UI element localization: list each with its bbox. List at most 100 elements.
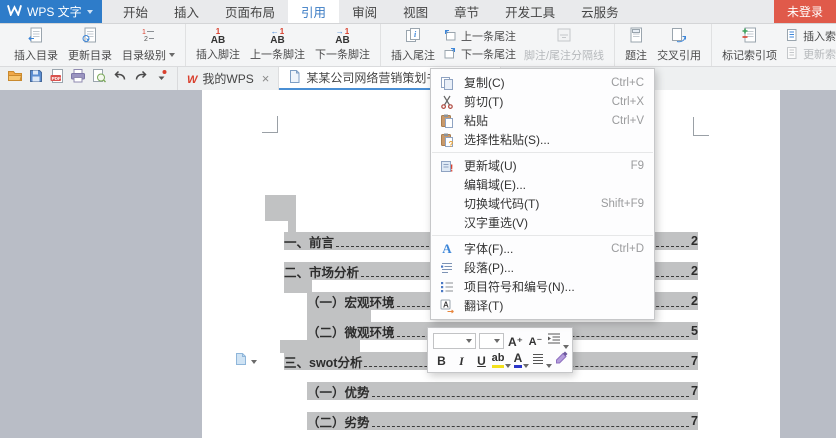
menu-tab-6[interactable]: 章节 bbox=[441, 0, 492, 23]
menu-tab-8[interactable]: 云服务 bbox=[568, 0, 632, 23]
ribbon-group-index: 标记索引项插入索引更新索引 bbox=[711, 24, 836, 66]
save-icon bbox=[28, 68, 44, 89]
paste-icon bbox=[439, 113, 455, 129]
font-color-button[interactable]: A bbox=[513, 351, 530, 368]
context-menu: 复制(C)Ctrl+C剪切(T)Ctrl+X粘贴Ctrl+V?选择性粘贴(S).… bbox=[430, 68, 655, 320]
toc-page-number: 2 bbox=[691, 234, 698, 248]
context-menu-item-8[interactable]: 汉字重选(V) bbox=[431, 213, 654, 232]
open-file-button[interactable] bbox=[7, 71, 23, 87]
insert-toc-icon bbox=[27, 26, 45, 49]
context-menu-item-6[interactable]: 编辑域(E)... bbox=[431, 175, 654, 194]
insert-endnote-button[interactable]: i插入尾注 bbox=[386, 25, 440, 65]
cross-reference-button[interactable]: 交叉引用 bbox=[652, 25, 706, 65]
context-menu-item-1[interactable]: 剪切(T)Ctrl+X bbox=[431, 92, 654, 111]
menu-tab-5[interactable]: 视图 bbox=[390, 0, 441, 23]
italic-button[interactable]: I bbox=[453, 351, 470, 368]
toc-page-number: 2 bbox=[691, 264, 698, 278]
ribbon-button-label: 插入目录 bbox=[14, 47, 58, 63]
increase-font-button[interactable]: A⁺ bbox=[507, 332, 524, 349]
underline-button[interactable]: U bbox=[473, 351, 490, 368]
toc-field-icon bbox=[235, 352, 247, 371]
toc-entry-text: （二）微观环境 bbox=[307, 322, 395, 341]
context-menu-item-13[interactable]: A翻译(T) bbox=[431, 296, 654, 315]
export-pdf-button[interactable]: PDF bbox=[49, 71, 65, 87]
format-button-label: A bbox=[514, 351, 523, 368]
font-name-select[interactable] bbox=[433, 333, 476, 349]
svg-text:A: A bbox=[443, 300, 449, 309]
menu-tab-1[interactable]: 插入 bbox=[161, 0, 212, 23]
prev-footnote-button[interactable]: ←1AB上一条脚注 bbox=[245, 25, 310, 65]
insert-toc-button[interactable]: 插入目录 bbox=[9, 25, 63, 65]
ribbon-button-label: 插入索引 bbox=[803, 28, 836, 44]
footnote-separator-button: 脚注/尾注分隔线 bbox=[519, 25, 609, 65]
undo-button[interactable] bbox=[112, 71, 128, 87]
menu-tab-7[interactable]: 开发工具 bbox=[492, 0, 568, 23]
next-footnote-icon: →1AB bbox=[335, 28, 349, 46]
align-button[interactable] bbox=[533, 351, 550, 368]
font-size-select[interactable] bbox=[479, 333, 504, 349]
app-menu-button[interactable]: WPS 文字 bbox=[0, 0, 102, 23]
menu-item-shortcut: Ctrl+X bbox=[612, 96, 644, 108]
mark-index-button[interactable]: 标记索引项 bbox=[717, 25, 782, 65]
caret-down-icon bbox=[505, 364, 511, 368]
format-painter-button[interactable] bbox=[553, 351, 570, 368]
document-tab-0[interactable]: W我的WPS× bbox=[178, 67, 279, 90]
title-bar: WPS 文字 开始插入页面布局引用审阅视图章节开发工具云服务 未登录 bbox=[0, 0, 836, 24]
close-tab-icon[interactable]: × bbox=[262, 72, 270, 85]
font-icon: A bbox=[439, 241, 455, 257]
context-menu-item-5[interactable]: !更新域(U)F9 bbox=[431, 156, 654, 175]
export-pdf-icon: PDF bbox=[49, 68, 65, 89]
ribbon-group-endnotes: i插入尾注上一条尾注下一条尾注脚注/尾注分隔线 bbox=[380, 24, 614, 66]
translate-icon: A bbox=[439, 298, 455, 314]
context-menu-item-10[interactable]: A字体(F)...Ctrl+D bbox=[431, 239, 654, 258]
wps-home-icon: W bbox=[187, 72, 197, 86]
context-menu-item-12[interactable]: 项目符号和编号(N)... bbox=[431, 277, 654, 296]
context-menu-item-0[interactable]: 复制(C)Ctrl+C bbox=[431, 73, 654, 92]
next-footnote-button[interactable]: →1AB下一条脚注 bbox=[310, 25, 375, 65]
next-endnote-button[interactable]: 下一条尾注 bbox=[443, 46, 516, 62]
highlight-button[interactable]: ab bbox=[493, 351, 510, 368]
caption-button[interactable]: 题注 bbox=[620, 25, 652, 65]
menu-tab-3[interactable]: 引用 bbox=[288, 0, 339, 23]
toc-level-button[interactable]: 12目录级别 bbox=[117, 25, 180, 65]
toc-entry[interactable]: （一）优势7 bbox=[307, 382, 698, 400]
context-menu-item-3[interactable]: ?选择性粘贴(S)... bbox=[431, 130, 654, 149]
context-menu-item-11[interactable]: 段落(P)... bbox=[431, 258, 654, 277]
page-margin-mark bbox=[693, 117, 709, 136]
bullets-icon bbox=[439, 279, 455, 295]
redo-button[interactable] bbox=[133, 71, 149, 87]
menu-item-label: 汉字重选(V) bbox=[464, 214, 644, 231]
svg-text:!: ! bbox=[450, 163, 453, 174]
print-preview-button[interactable] bbox=[91, 71, 107, 87]
decrease-font-button[interactable]: A⁻ bbox=[527, 332, 544, 349]
login-button[interactable]: 未登录 bbox=[774, 0, 836, 23]
ribbon-group-footnotes: 1AB插入脚注←1AB上一条脚注→1AB下一条脚注 bbox=[185, 24, 380, 66]
menu-item-label: 段落(P)... bbox=[464, 259, 644, 276]
ribbon-button-label: 上一条脚注 bbox=[250, 46, 305, 62]
dotted-leader bbox=[372, 385, 690, 397]
print-preview-icon bbox=[91, 68, 107, 89]
footnote-separator-icon bbox=[555, 26, 573, 49]
menu-tab-0[interactable]: 开始 bbox=[110, 0, 161, 23]
app-title: WPS 文字 bbox=[27, 3, 82, 20]
menu-tab-4[interactable]: 审阅 bbox=[339, 0, 390, 23]
menu-tab-2[interactable]: 页面布局 bbox=[212, 0, 288, 23]
context-menu-item-2[interactable]: 粘贴Ctrl+V bbox=[431, 111, 654, 130]
indent-button[interactable] bbox=[547, 332, 567, 349]
ribbon: 插入目录更新目录12目录级别1AB插入脚注←1AB上一条脚注→1AB下一条脚注i… bbox=[0, 24, 836, 67]
print-button[interactable] bbox=[70, 71, 86, 87]
context-menu-item-7[interactable]: 切换域代码(T)Shift+F9 bbox=[431, 194, 654, 213]
customize-toolbar-button[interactable] bbox=[154, 71, 170, 87]
toc-field-button[interactable] bbox=[235, 352, 257, 371]
update-toc-button[interactable]: 更新目录 bbox=[63, 25, 117, 65]
save-button[interactable] bbox=[28, 71, 44, 87]
menu-item-spacer bbox=[439, 177, 455, 193]
insert-index-button[interactable]: 插入索引 bbox=[785, 28, 836, 44]
menu-item-spacer bbox=[439, 215, 455, 231]
toc-entry[interactable]: （二）劣势7 bbox=[307, 412, 698, 430]
prev-endnote-button[interactable]: 上一条尾注 bbox=[443, 28, 516, 44]
caret-down-icon bbox=[87, 10, 93, 14]
selection-highlight bbox=[265, 195, 296, 221]
bold-button[interactable]: B bbox=[433, 351, 450, 368]
insert-footnote-button[interactable]: 1AB插入脚注 bbox=[191, 25, 245, 65]
